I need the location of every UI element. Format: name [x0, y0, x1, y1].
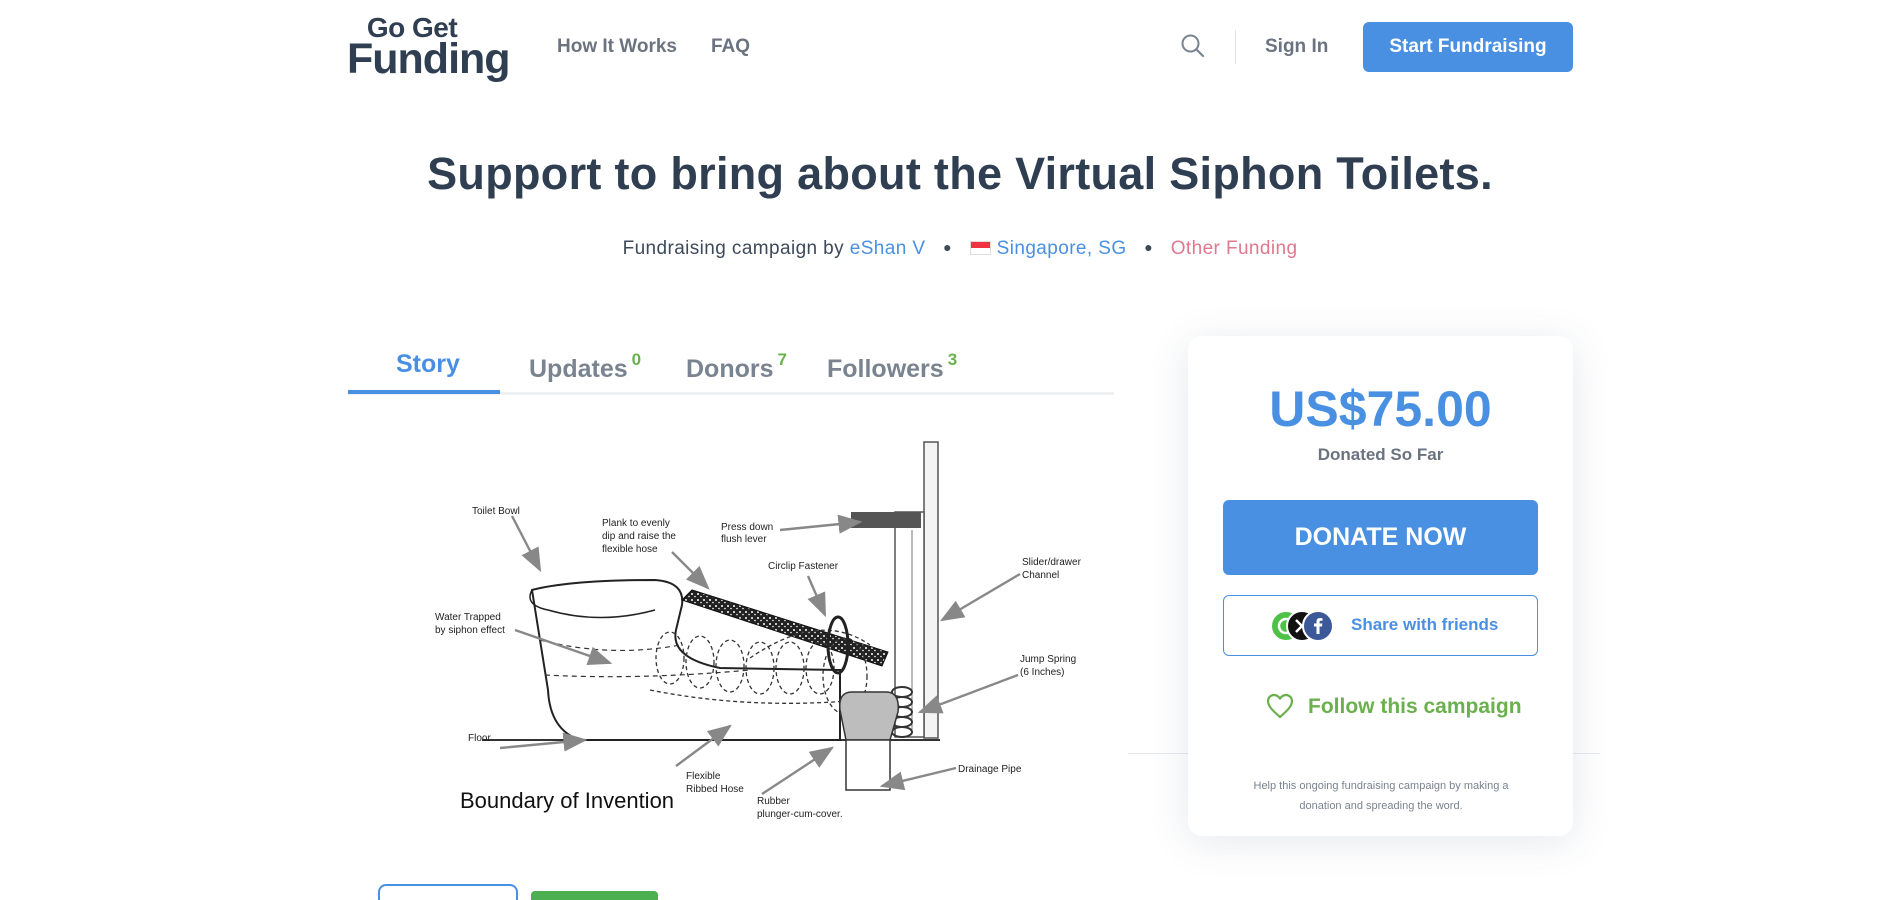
site-header: Go Get Funding How It Works FAQ Sign In …	[0, 0, 1882, 95]
meta-separator: ●	[1144, 239, 1154, 255]
donation-card: US$75.00 Donated So Far DONATE NOW Share…	[1188, 336, 1573, 836]
facebook-icon	[1302, 610, 1334, 642]
gallery-thumbnail-2[interactable]	[531, 891, 658, 900]
diagram-label-toilet-bowl: Toilet Bowl	[472, 506, 520, 517]
search-icon[interactable]	[1180, 33, 1206, 59]
tab-label: Donors	[686, 355, 774, 383]
start-fundraising-button[interactable]: Start Fundraising	[1363, 22, 1573, 72]
sg-flag-icon	[969, 241, 991, 255]
tab-count: 7	[777, 350, 787, 369]
diagram-label-spring-2: (6 Inches)	[1020, 667, 1064, 678]
logo[interactable]: Go Get Funding	[347, 14, 511, 83]
tab-donors[interactable]: Donors 7	[686, 350, 787, 384]
campaign-meta: Fundraising campaign by eShan V ● Singap…	[0, 238, 1882, 260]
nav-faq[interactable]: FAQ	[711, 36, 750, 58]
diagram-label-circlip: Circlip Fastener	[768, 561, 839, 572]
meta-separator: ●	[943, 239, 952, 255]
campaign-tabs: Story Updates 0 Donors 7 Followers 3	[348, 340, 1114, 395]
organizer-link[interactable]: eShan V	[850, 238, 926, 259]
nav-how-it-works[interactable]: How It Works	[557, 36, 677, 58]
diagram-label-drainage: Drainage Pipe	[958, 764, 1022, 775]
diagram-label-water-1: Water Trapped	[435, 612, 501, 623]
tab-label: Story	[396, 350, 460, 378]
diagram-label-slider-1: Slider/drawer	[1022, 557, 1082, 568]
active-tab-indicator	[348, 390, 500, 394]
help-text: Help this ongoing fundraising campaign b…	[1253, 780, 1509, 812]
diagram-caption: Boundary of Invention	[460, 788, 674, 813]
campaign-title: Support to bring about the Virtual Sipho…	[427, 148, 1493, 199]
donate-now-button[interactable]: DONATE NOW	[1223, 500, 1538, 575]
diagram-label-plank-3: flexible hose	[602, 544, 658, 555]
amount-caption: Donated So Far	[1317, 445, 1444, 464]
diagram-label-press-1: Press down	[721, 522, 773, 533]
follow-label: Follow this campaign	[1308, 695, 1522, 718]
diagram-label-plank-2: dip and raise the	[602, 531, 676, 542]
location-link[interactable]: Singapore, SG	[997, 238, 1127, 259]
tab-count: 3	[947, 350, 958, 369]
diagram-label-hose-2: Ribbed Hose	[686, 784, 744, 795]
logo-line2: Funding	[347, 35, 511, 83]
tab-story[interactable]: Story	[396, 350, 460, 379]
diagram-label-hose-1: Flexible	[686, 771, 721, 782]
share-icon-group	[1270, 610, 1336, 642]
story-diagram-image: Toilet Bowl Plank to evenly dip and rais…	[420, 430, 1100, 830]
diagram-label-floor: Floor	[468, 733, 491, 744]
share-button[interactable]: Share with friends	[1223, 595, 1538, 656]
campaign-by-prefix: Fundraising campaign by	[622, 238, 845, 259]
diagram-label-plank-1: Plank to evenly	[602, 518, 670, 529]
tab-label: Followers	[827, 355, 944, 383]
header-divider	[1235, 30, 1236, 64]
heart-icon	[1266, 693, 1294, 719]
tab-updates[interactable]: Updates 0	[529, 350, 641, 384]
tab-followers[interactable]: Followers 3	[827, 350, 957, 384]
sign-in-link[interactable]: Sign In	[1265, 36, 1328, 58]
share-label: Share with friends	[1351, 615, 1499, 634]
diagram-label-slider-2: Channel	[1022, 570, 1059, 581]
gallery-thumbnail-1[interactable]	[378, 884, 518, 900]
diagram-label-rubber-1: Rubber	[757, 796, 790, 807]
tab-count: 0	[631, 350, 642, 369]
category-link[interactable]: Other Funding	[1171, 238, 1298, 259]
diagram-label-press-2: flush lever	[721, 534, 767, 545]
diagram-label-spring-1: Jump Spring	[1020, 654, 1076, 665]
amount-raised: US$75.00	[1269, 381, 1492, 437]
diagram-label-rubber-2: plunger-cum-cover.	[757, 809, 843, 820]
tab-label: Updates	[529, 355, 628, 383]
diagram-label-water-2: by siphon effect	[435, 625, 505, 636]
